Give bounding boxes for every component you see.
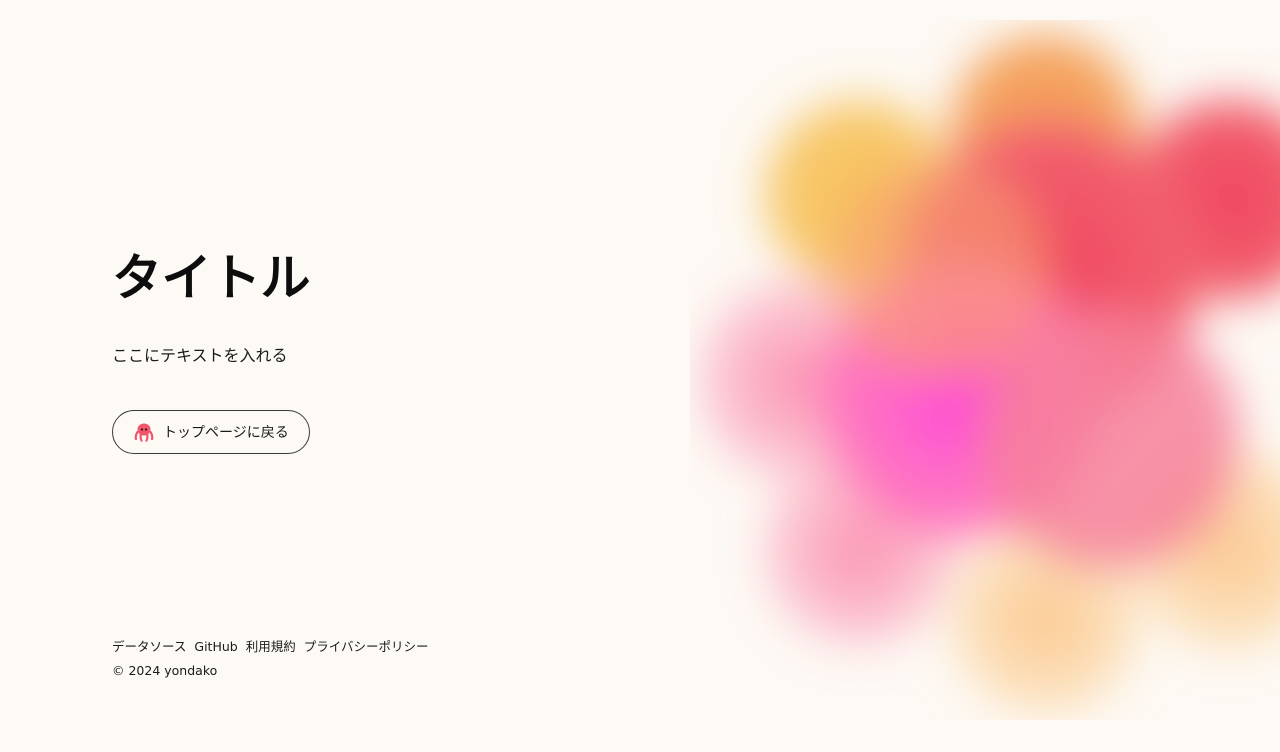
octopus-icon — [133, 422, 155, 442]
back-button-label: トップページに戻る — [163, 425, 289, 441]
footer-link-terms[interactable]: 利用規約 — [246, 638, 296, 656]
copyright: © 2024 yondako — [112, 663, 218, 678]
footer-link-privacy-policy[interactable]: プライバシーポリシー — [304, 638, 429, 656]
page-title: タイトル — [112, 249, 311, 307]
back-to-top-button[interactable]: トップページに戻る — [112, 410, 310, 454]
footer-link-github[interactable]: GitHub — [194, 638, 237, 656]
page: タイトル ここにテキストを入れる トップページに戻る データソース GitHub — [0, 0, 1280, 752]
decorative-gradient-blob — [690, 20, 1280, 720]
footer-link-data-source[interactable]: データソース — [112, 638, 186, 656]
footer-links: データソース GitHub 利用規約 プライバシーポリシー — [112, 638, 429, 656]
footer: データソース GitHub 利用規約 プライバシーポリシー © 2024 yon… — [112, 638, 429, 680]
body-text: ここにテキストを入れる — [112, 346, 288, 365]
main-content: タイトル ここにテキストを入れる トップページに戻る — [112, 248, 632, 454]
